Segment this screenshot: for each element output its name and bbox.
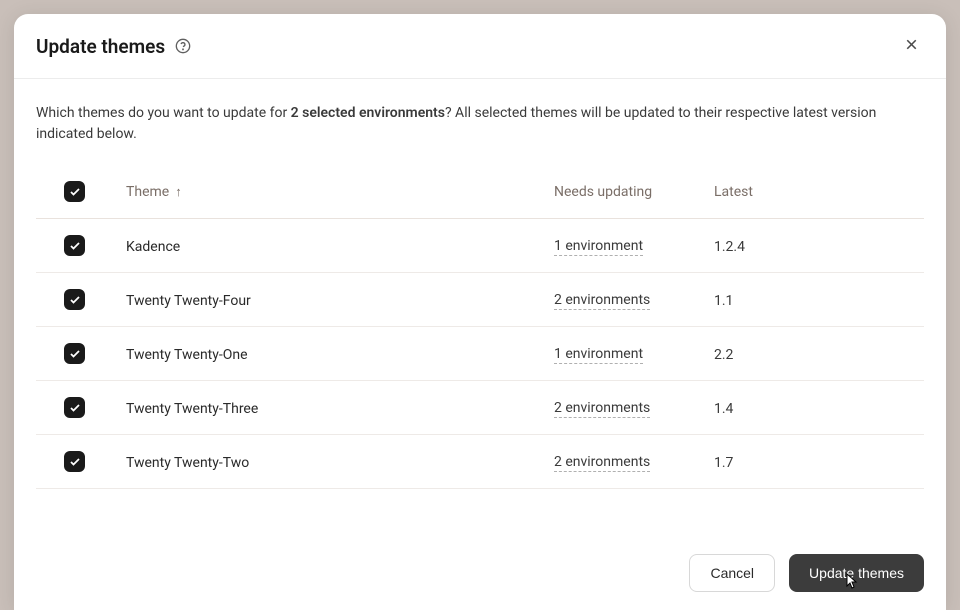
latest-version: 1.4 — [714, 401, 733, 417]
header-theme-label: Theme — [126, 184, 169, 200]
sort-ascending-icon: ↑ — [175, 184, 182, 200]
table-row: Twenty Twenty-Two 2 environments 1.7 — [36, 435, 924, 489]
latest-version: 2.2 — [714, 347, 733, 363]
environments-link[interactable]: 2 environments — [554, 292, 650, 310]
row-checkbox[interactable] — [64, 343, 85, 364]
environments-link[interactable]: 2 environments — [554, 400, 650, 418]
table-header-row: Theme ↑ Needs updating Latest — [36, 165, 924, 219]
header-theme[interactable]: Theme ↑ — [126, 184, 554, 200]
theme-name: Kadence — [126, 239, 180, 255]
description-prefix: Which themes do you want to update for — [36, 105, 291, 121]
select-all-checkbox[interactable] — [64, 181, 85, 202]
latest-version: 1.2.4 — [714, 239, 745, 255]
environments-link[interactable]: 1 environment — [554, 346, 643, 364]
modal-title-wrap: Update themes — [36, 35, 191, 58]
modal-title: Update themes — [36, 35, 165, 58]
theme-name: Twenty Twenty-Four — [126, 293, 251, 309]
modal-header: Update themes — [14, 14, 946, 79]
table-row: Kadence 1 environment 1.2.4 — [36, 219, 924, 273]
update-themes-modal: Update themes Which themes do you want t… — [14, 14, 946, 610]
environments-link[interactable]: 2 environments — [554, 454, 650, 472]
description-selected-count: 2 selected environments — [291, 105, 445, 121]
cancel-button[interactable]: Cancel — [689, 554, 775, 592]
row-checkbox[interactable] — [64, 397, 85, 418]
header-checkbox-cell — [36, 181, 126, 202]
modal-description: Which themes do you want to update for 2… — [36, 103, 924, 145]
close-button[interactable] — [899, 32, 924, 60]
theme-name: Twenty Twenty-Two — [126, 455, 249, 471]
help-icon[interactable] — [175, 38, 191, 54]
table-row: Twenty Twenty-Four 2 environments 1.1 — [36, 273, 924, 327]
row-checkbox[interactable] — [64, 235, 85, 256]
latest-version: 1.7 — [714, 455, 733, 471]
theme-name: Twenty Twenty-One — [126, 347, 248, 363]
theme-name: Twenty Twenty-Three — [126, 401, 258, 417]
modal-body: Which themes do you want to update for 2… — [14, 79, 946, 536]
modal-footer: Cancel Update themes — [14, 536, 946, 610]
row-checkbox[interactable] — [64, 289, 85, 310]
close-icon — [903, 36, 920, 56]
header-latest[interactable]: Latest — [714, 184, 924, 200]
themes-table: Theme ↑ Needs updating Latest Kadence 1 … — [36, 165, 924, 489]
table-row: Twenty Twenty-One 1 environment 2.2 — [36, 327, 924, 381]
environments-link[interactable]: 1 environment — [554, 238, 643, 256]
table-row: Twenty Twenty-Three 2 environments 1.4 — [36, 381, 924, 435]
header-needs-updating[interactable]: Needs updating — [554, 184, 714, 200]
latest-version: 1.1 — [714, 293, 733, 309]
row-checkbox[interactable] — [64, 451, 85, 472]
update-themes-button[interactable]: Update themes — [789, 554, 924, 592]
